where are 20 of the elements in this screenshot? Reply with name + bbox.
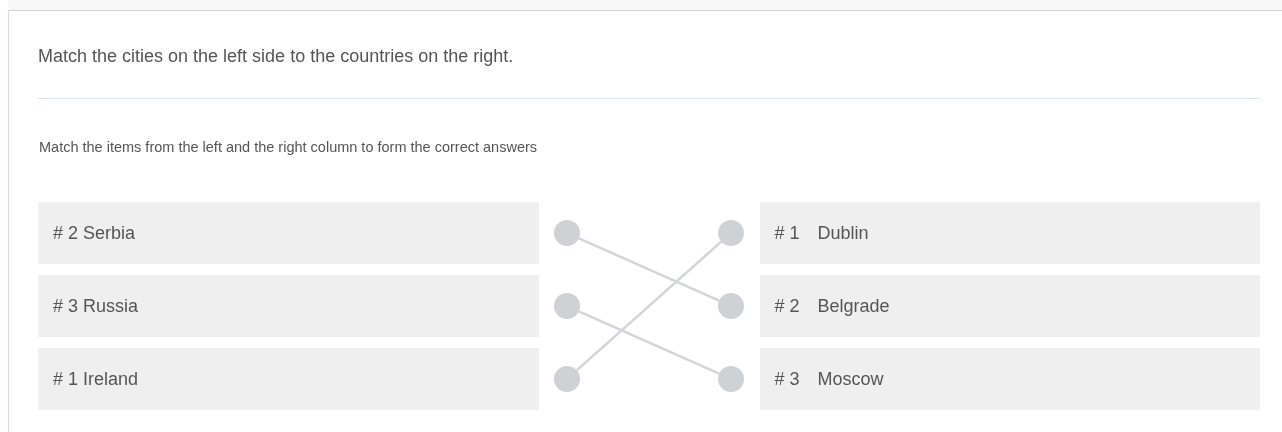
match-item[interactable]: # 2 Serbia: [38, 202, 539, 264]
item-number: # 1: [774, 222, 800, 244]
instruction-text: Match the items from the left and the right column to form the correct answers: [39, 138, 539, 156]
connector-dot[interactable]: [717, 293, 744, 319]
match-item[interactable]: # 3 Russia: [38, 275, 539, 337]
item-number: # 2: [774, 295, 800, 317]
item-label: Dublin: [817, 222, 869, 244]
match-item[interactable]: # 1 Ireland: [38, 348, 539, 410]
match-item[interactable]: # 3 Moscow: [759, 348, 1260, 410]
match-item[interactable]: # 2 Belgrade: [759, 275, 1260, 337]
item-number: # 3: [774, 368, 800, 390]
item-label: Belgrade: [817, 295, 890, 317]
connector-dot[interactable]: [553, 220, 580, 246]
item-label: Moscow: [817, 368, 884, 390]
match-item[interactable]: # 1 Dublin: [759, 202, 1260, 264]
connector-dot[interactable]: [717, 220, 744, 246]
connector-dot[interactable]: [553, 293, 580, 319]
connector-dot[interactable]: [717, 366, 744, 392]
connector-dot[interactable]: [553, 366, 580, 392]
question-text: Match the cities on the left side to the countries on the right.: [38, 45, 515, 67]
